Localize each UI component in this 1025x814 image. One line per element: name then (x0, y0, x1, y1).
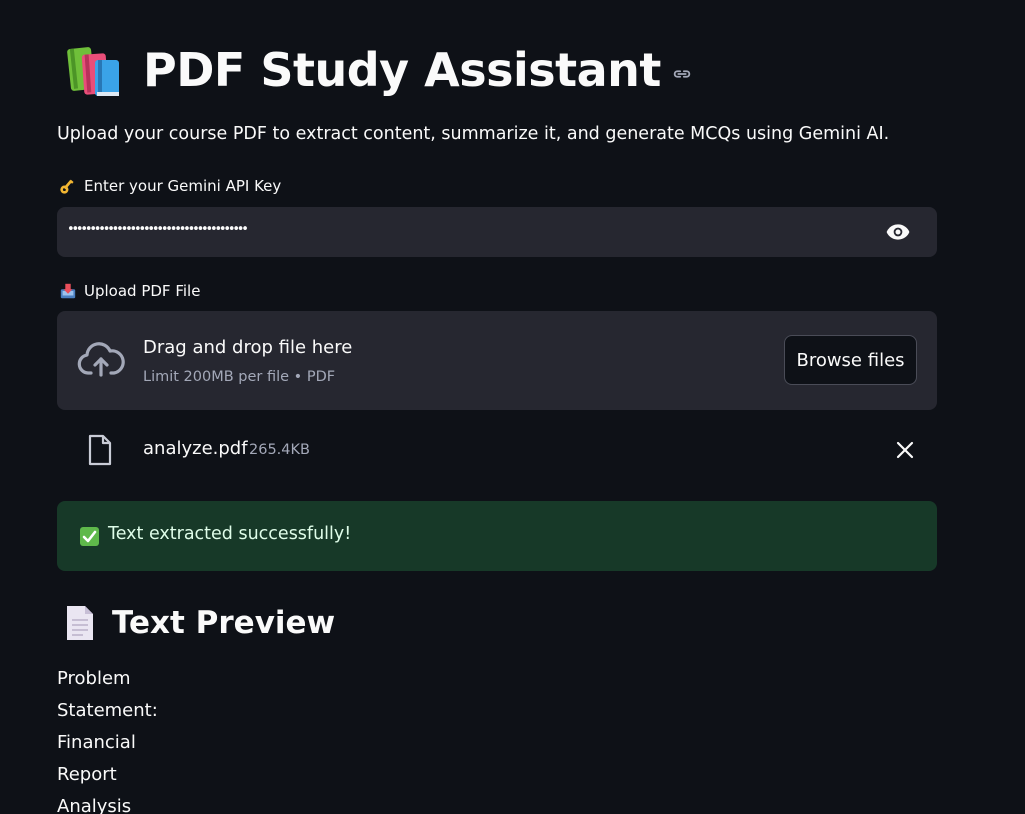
preview-line: Financial (57, 732, 136, 753)
api-key-input[interactable]: •••••••••••••••••••••••••••••••••••••••• (57, 207, 937, 257)
dropzone-title: Drag and drop file here (143, 337, 353, 358)
file-icon (88, 434, 112, 466)
cloud-upload-icon (77, 342, 125, 377)
inbox-tray-icon (60, 283, 76, 299)
api-key-value[interactable]: •••••••••••••••••••••••••••••••••••••••• (67, 222, 312, 237)
page-title: PDF Study Assistant (143, 43, 661, 97)
preview-line: Problem (57, 668, 131, 689)
api-key-label-text: Enter your Gemini API Key (84, 177, 282, 195)
success-message: Text extracted successfully! (108, 524, 352, 544)
key-icon (60, 179, 74, 194)
browse-files-button[interactable]: Browse files (784, 335, 917, 385)
close-icon[interactable] (895, 440, 915, 460)
upload-label: Upload PDF File (59, 282, 200, 300)
page-description: Upload your course PDF to extract conten… (57, 124, 890, 144)
text-preview-header: Text Preview (65, 602, 335, 644)
api-key-label: Enter your Gemini API Key (59, 177, 281, 195)
link-icon[interactable] (671, 63, 693, 85)
file-dropzone[interactable]: Drag and drop file here Limit 200MB per … (57, 311, 937, 410)
eye-icon[interactable] (885, 219, 911, 245)
page-header: PDF Study Assistant (67, 38, 693, 102)
success-alert: Text extracted successfully! (57, 501, 937, 571)
books-icon (67, 47, 119, 96)
file-name: analyze.pdf (143, 438, 248, 459)
uploaded-file-row: analyze.pdf 265.4KB (57, 425, 937, 475)
preview-line: Statement: (57, 700, 158, 721)
text-preview-title: Text Preview (112, 605, 336, 641)
preview-line: Report (57, 764, 117, 785)
check-mark-icon (80, 527, 99, 546)
file-size: 265.4KB (249, 442, 310, 458)
upload-label-text: Upload PDF File (84, 282, 201, 300)
preview-line: Analysis (57, 796, 132, 814)
dropzone-subtitle: Limit 200MB per file • PDF (143, 369, 336, 385)
page-icon (67, 606, 93, 640)
text-preview-content: Problem Statement: Financial Report Anal… (57, 666, 158, 814)
app-page: PDF Study Assistant Upload your course P… (0, 0, 1025, 814)
